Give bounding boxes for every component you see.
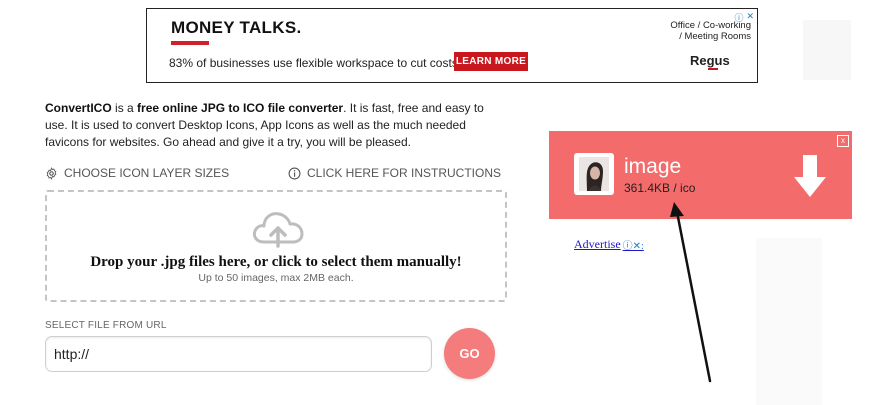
options-row: CHOOSE ICON LAYER SIZES CLICK HERE FOR I… xyxy=(45,166,501,182)
intro-text-1: is a xyxy=(111,101,138,115)
ad-info-icons[interactable]: ⓘ✕: xyxy=(623,237,644,252)
ad-headline: MONEY TALKS. xyxy=(171,18,302,37)
ad-choices[interactable]: ⓘ ✕ xyxy=(734,11,754,24)
drop-zone-sub-text: Up to 50 images, max 2MB each. xyxy=(198,272,354,284)
gear-icon xyxy=(45,166,58,180)
ad-office-line2: / Meeting Rooms xyxy=(679,31,751,42)
file-drop-zone[interactable]: Drop your .jpg files here, or click to s… xyxy=(45,190,507,302)
info-icon[interactable]: ⓘ xyxy=(734,11,743,24)
ad-tagline: 83% of businesses use flexible workspace… xyxy=(169,56,462,70)
pointer-arrow-annotation xyxy=(660,200,730,395)
advertise-link[interactable]: Advertise ⓘ✕: xyxy=(574,237,644,252)
go-button[interactable]: GO xyxy=(444,328,495,379)
image-thumbnail xyxy=(574,153,614,195)
info-circle-icon xyxy=(288,167,301,180)
intro-paragraph: ConvertICO is a free online JPG to ICO f… xyxy=(45,100,501,151)
advertise-label: Advertise xyxy=(574,237,621,251)
top-ad-banner[interactable]: MONEY TALKS. 83% of businesses use flexi… xyxy=(146,8,758,83)
ad-card-title: image xyxy=(624,155,682,178)
side-placeholder xyxy=(803,20,851,80)
regus-logo-accent xyxy=(708,68,718,70)
choose-layer-sizes-label: CHOOSE ICON LAYER SIZES xyxy=(64,166,230,180)
url-input[interactable] xyxy=(45,336,432,372)
choose-layer-sizes-link[interactable]: CHOOSE ICON LAYER SIZES xyxy=(45,166,229,180)
url-label: SELECT FILE FROM URL xyxy=(45,320,167,331)
ad-headline-underline xyxy=(171,41,209,45)
drop-zone-main-text: Drop your .jpg files here, or click to s… xyxy=(90,254,462,270)
instructions-label: CLICK HERE FOR INSTRUCTIONS xyxy=(306,166,501,180)
side-placeholder-lower xyxy=(756,238,822,405)
learn-more-button[interactable]: LEARN MORE xyxy=(454,52,528,71)
close-icon[interactable]: ✕ xyxy=(746,11,754,24)
regus-logo: Regus xyxy=(690,53,730,68)
intro-highlight: free online JPG to ICO file converter xyxy=(137,101,344,115)
ad-card-meta: 361.4KB / ico xyxy=(624,181,696,195)
cloud-upload-icon xyxy=(250,208,306,253)
download-arrow-icon xyxy=(792,153,828,204)
app-name: ConvertICO xyxy=(45,101,112,115)
instructions-link[interactable]: CLICK HERE FOR INSTRUCTIONS xyxy=(288,166,501,180)
close-icon[interactable]: x xyxy=(837,135,849,147)
